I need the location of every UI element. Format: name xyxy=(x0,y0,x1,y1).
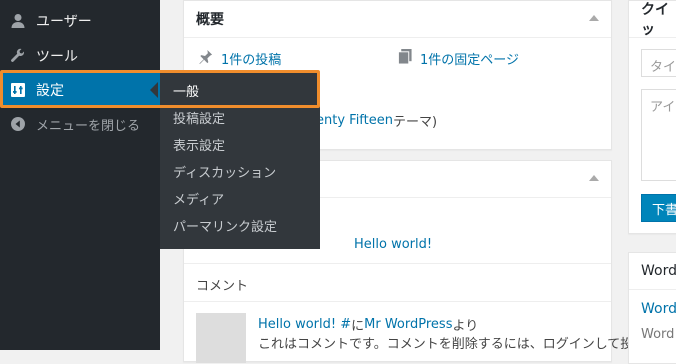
news-text: Word xyxy=(641,327,675,342)
comment-meta: Hello world! # に Mr WordPress より xyxy=(258,315,478,334)
flyout-item-permalink[interactable]: パーマリンク設定 xyxy=(173,219,277,237)
theme-link[interactable]: enty Fifteen xyxy=(316,113,393,128)
flyout-item-discussion[interactable]: ディスカッション xyxy=(173,165,276,183)
posts-count-link[interactable]: 1件の投稿 xyxy=(221,49,281,68)
admin-sidebar: ユーザー ツール 設定 メニューを閉じる xyxy=(0,0,160,350)
panel-toggle-icon[interactable] xyxy=(589,15,599,21)
avatar xyxy=(196,313,246,363)
recent-post-row: Hello world! xyxy=(354,237,432,252)
pin-icon xyxy=(198,49,213,68)
flyout-item-reading[interactable]: 表示設定 xyxy=(173,138,225,156)
comments-heading-text: コメント xyxy=(196,279,249,294)
divider xyxy=(184,301,611,302)
overview-panel-header[interactable]: 概要 xyxy=(184,1,611,38)
comment-author-link[interactable]: Mr WordPress xyxy=(364,317,452,332)
news-panel: Word Word Word xyxy=(628,252,676,364)
sidebar-item-tools[interactable]: ツール xyxy=(0,39,160,73)
pages-icon xyxy=(397,49,412,68)
panel-toggle-icon[interactable] xyxy=(589,175,599,181)
flyout-item-media[interactable]: メディア xyxy=(173,192,224,210)
pages-count-link[interactable]: 1件の固定ページ xyxy=(420,49,519,68)
sidebar-item-label: メニューを閉じる xyxy=(36,118,141,134)
pages-count[interactable]: 1件の固定ページ xyxy=(397,49,519,68)
draft-content-textarea[interactable]: アイデ xyxy=(641,89,676,181)
divider xyxy=(184,263,611,264)
panel-title: クイッ xyxy=(641,2,669,38)
quick-draft-panel: クイッ タイト アイデ 下書 xyxy=(628,0,676,234)
posts-count[interactable]: 1件の投稿 xyxy=(198,49,281,68)
news-text-row: Word xyxy=(641,327,674,342)
news-header[interactable]: Word xyxy=(629,253,676,290)
sidebar-item-label: ツール xyxy=(36,49,78,65)
news-link-row: Word xyxy=(641,301,676,317)
comments-heading: コメント xyxy=(196,275,248,294)
panel-title: Word xyxy=(641,263,676,279)
sidebar-item-label: ユーザー xyxy=(36,14,92,30)
news-link[interactable]: Word xyxy=(641,301,676,317)
draft-title-input[interactable]: タイト xyxy=(641,49,676,77)
comment-meta-text: に xyxy=(351,319,365,334)
comment-excerpt-text: これはコメントです。コメントを削除するには、ログインして投稿 xyxy=(258,337,647,352)
collapse-icon xyxy=(0,116,36,132)
highlight-annotation xyxy=(0,70,320,108)
panel-title: 概要 xyxy=(196,12,224,28)
wrench-icon xyxy=(0,48,36,64)
collapse-menu-button[interactable]: メニューを閉じる xyxy=(0,107,160,141)
comment-excerpt: これはコメントです。コメントを削除するには、ログインして投稿 xyxy=(258,333,646,352)
flyout-item-writing[interactable]: 投稿設定 xyxy=(173,111,225,129)
sidebar-item-users[interactable]: ユーザー xyxy=(0,4,160,38)
theme-info: enty Fifteen テーマ) xyxy=(316,111,437,130)
comment-post-link[interactable]: Hello world! # xyxy=(258,317,351,332)
comment-meta-text: より xyxy=(452,319,479,334)
quick-draft-header[interactable]: クイッ xyxy=(629,1,676,38)
user-icon xyxy=(0,13,36,29)
theme-suffix: テーマ) xyxy=(392,115,438,130)
save-draft-button[interactable]: 下書 xyxy=(641,194,676,222)
recent-post-link[interactable]: Hello world! xyxy=(354,237,432,252)
